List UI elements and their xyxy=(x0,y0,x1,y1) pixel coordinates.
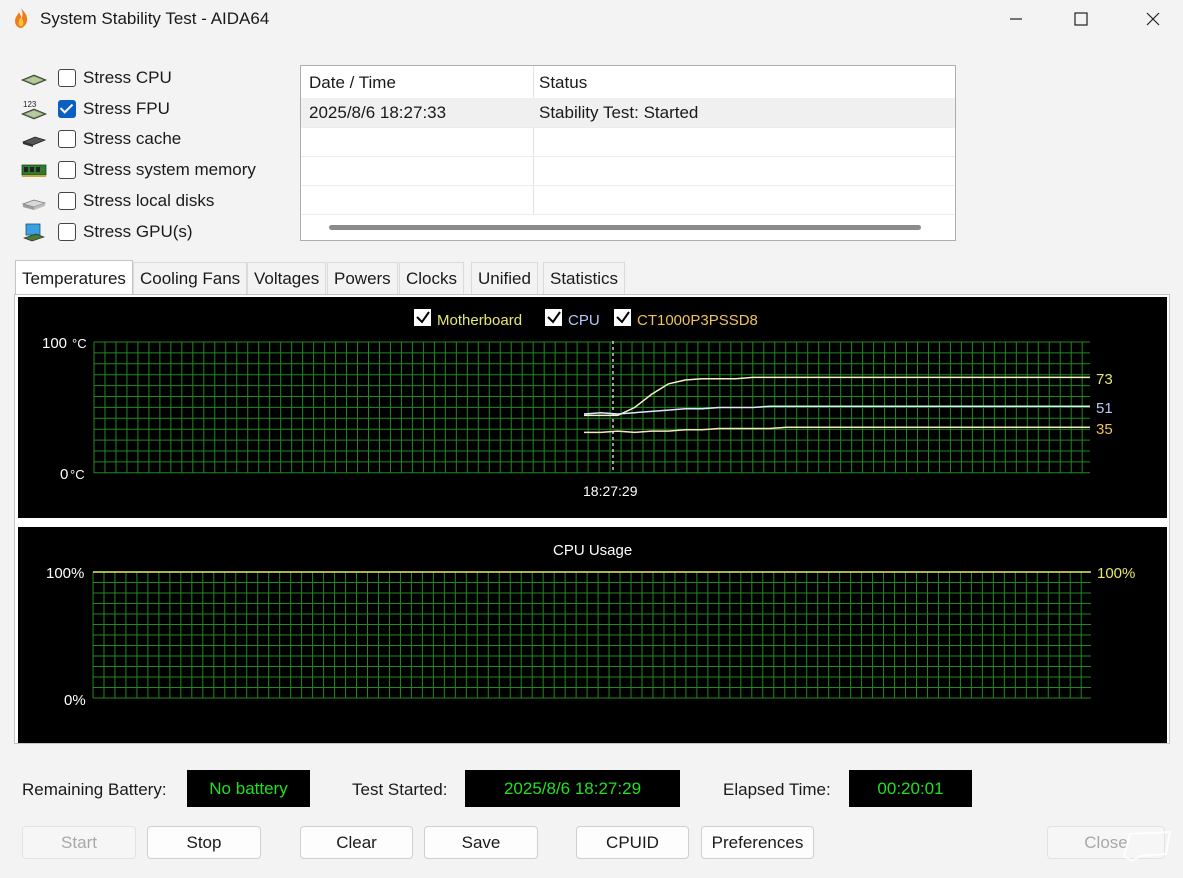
cpu-usage-grid xyxy=(92,571,1091,699)
stress-disks-option[interactable]: Stress local disks xyxy=(20,188,290,216)
memory-module-icon xyxy=(21,164,47,177)
legend-cpu-label: CPU xyxy=(568,312,600,329)
stop-button[interactable]: Stop xyxy=(147,826,261,859)
cache-chip-icon xyxy=(21,136,47,147)
y-axis-top-unit: °C xyxy=(72,336,87,351)
window-title: System Stability Test - AIDA64 xyxy=(40,9,270,28)
elapsed-time-value: 00:20:01 xyxy=(849,770,972,807)
tab-unified[interactable]: Unified xyxy=(471,262,538,294)
stress-cpu-checkbox[interactable] xyxy=(58,69,76,87)
start-button[interactable]: Start xyxy=(22,826,136,859)
column-header-datetime[interactable]: Date / Time xyxy=(309,73,396,93)
legend-ssd[interactable]: CT1000P3PSSD8 xyxy=(614,309,758,329)
current-value-motherboard: 73 xyxy=(1096,371,1113,388)
tab-temperatures[interactable]: Temperatures xyxy=(15,260,133,296)
tab-cooling-fans[interactable]: Cooling Fans xyxy=(133,262,248,294)
stress-disks-checkbox[interactable] xyxy=(58,192,76,210)
y-axis-bottom-unit: °C xyxy=(70,467,85,482)
elapsed-time-label: Elapsed Time: xyxy=(723,780,831,799)
tab-powers[interactable]: Powers xyxy=(327,262,398,294)
table-row-empty xyxy=(301,156,955,186)
stress-cache-label: Stress cache xyxy=(83,129,182,148)
event-log-table[interactable]: Date / Time Status 2025/8/6 18:27:33 Sta… xyxy=(300,65,956,241)
temperature-graph-svg: Motherboard CPU CT1000P3PSSD8 100 °C 0 °… xyxy=(42,309,1113,499)
battery-value: No battery xyxy=(187,770,310,807)
watermark-logo-icon xyxy=(1122,830,1172,862)
stress-cache-checkbox[interactable] xyxy=(58,130,76,148)
legend-cpu[interactable]: CPU xyxy=(545,309,600,329)
horizontal-scrollbar[interactable] xyxy=(329,225,921,230)
test-started-value: 2025/8/6 18:27:29 xyxy=(465,770,680,807)
stress-fpu-option[interactable]: 123 Stress FPU xyxy=(20,96,290,124)
time-label: 18:27:29 xyxy=(583,483,638,499)
legend-motherboard-label: Motherboard xyxy=(437,312,522,329)
disk-drive-icon xyxy=(21,199,47,210)
table-row[interactable]: 2025/8/6 18:27:33 Stability Test: Starte… xyxy=(301,98,955,128)
stress-gpu-label: Stress GPU(s) xyxy=(83,222,193,241)
minimize-button[interactable] xyxy=(993,0,1039,38)
test-started-label: Test Started: xyxy=(352,780,448,799)
stress-cpu-option[interactable]: Stress CPU xyxy=(20,65,290,93)
table-row-empty xyxy=(301,127,955,157)
temperature-graph: Motherboard CPU CT1000P3PSSD8 100 °C 0 °… xyxy=(18,297,1167,518)
stress-gpu-checkbox[interactable] xyxy=(58,223,76,241)
cpu-usage-current-value: 100% xyxy=(1097,565,1135,582)
svg-text:123: 123 xyxy=(23,100,37,109)
preferences-button[interactable]: Preferences xyxy=(701,826,814,859)
stress-fpu-label: Stress FPU xyxy=(83,99,170,118)
aida64-flame-icon xyxy=(15,8,28,28)
cpu-y-axis-top-label: 100% xyxy=(46,565,84,582)
cpu-usage-title: CPU Usage xyxy=(553,542,632,559)
stress-cpu-label: Stress CPU xyxy=(83,68,172,87)
log-status-cell: Stability Test: Started xyxy=(539,103,699,122)
legend-motherboard[interactable]: Motherboard xyxy=(414,309,522,329)
cpu-y-axis-bottom-label: 0% xyxy=(64,692,86,709)
save-button[interactable]: Save xyxy=(424,826,538,859)
gpu-monitor-icon xyxy=(23,223,45,242)
column-header-status[interactable]: Status xyxy=(539,73,587,93)
close-icon xyxy=(1146,12,1160,26)
log-table-header: Date / Time Status xyxy=(301,66,955,99)
temperature-grid xyxy=(93,341,1090,474)
tab-clocks[interactable]: Clocks xyxy=(399,262,465,294)
cpu-usage-graph: CPU Usage 100% 0% 100% xyxy=(18,527,1167,743)
tab-statistics[interactable]: Statistics xyxy=(543,262,626,294)
cpuid-button[interactable]: CPUID xyxy=(576,826,689,859)
log-datetime-cell: 2025/8/6 18:27:33 xyxy=(309,103,447,122)
cpu-chip-icon xyxy=(20,74,48,86)
cpu-usage-graph-svg: CPU Usage 100% 0% 100% xyxy=(46,542,1135,709)
current-value-ssd: 35 xyxy=(1096,421,1113,438)
clear-button[interactable]: Clear xyxy=(300,826,413,859)
series-ssd-line xyxy=(584,426,1090,434)
stress-memory-option[interactable]: Stress system memory xyxy=(20,157,290,185)
y-axis-top-label: 100 xyxy=(42,335,67,352)
stress-memory-label: Stress system memory xyxy=(83,160,256,179)
table-row-empty xyxy=(301,185,955,215)
stress-disks-label: Stress local disks xyxy=(83,191,215,210)
stress-cache-option[interactable]: Stress cache xyxy=(20,126,290,154)
stress-gpu-option[interactable]: Stress GPU(s) xyxy=(20,219,290,247)
minimize-icon xyxy=(1010,18,1022,20)
maximize-button[interactable] xyxy=(1058,0,1104,38)
y-axis-bottom-label: 0 xyxy=(60,466,68,483)
battery-label: Remaining Battery: xyxy=(22,780,167,799)
tab-voltages[interactable]: Voltages xyxy=(247,262,327,294)
stress-memory-checkbox[interactable] xyxy=(58,161,76,179)
legend-ssd-label: CT1000P3PSSD8 xyxy=(637,312,758,329)
stress-fpu-checkbox[interactable] xyxy=(58,100,76,118)
current-value-cpu: 51 xyxy=(1096,400,1113,417)
close-window-button[interactable] xyxy=(1130,0,1176,38)
fpu-123-icon: 123 xyxy=(20,100,48,120)
maximize-icon xyxy=(1074,12,1088,26)
